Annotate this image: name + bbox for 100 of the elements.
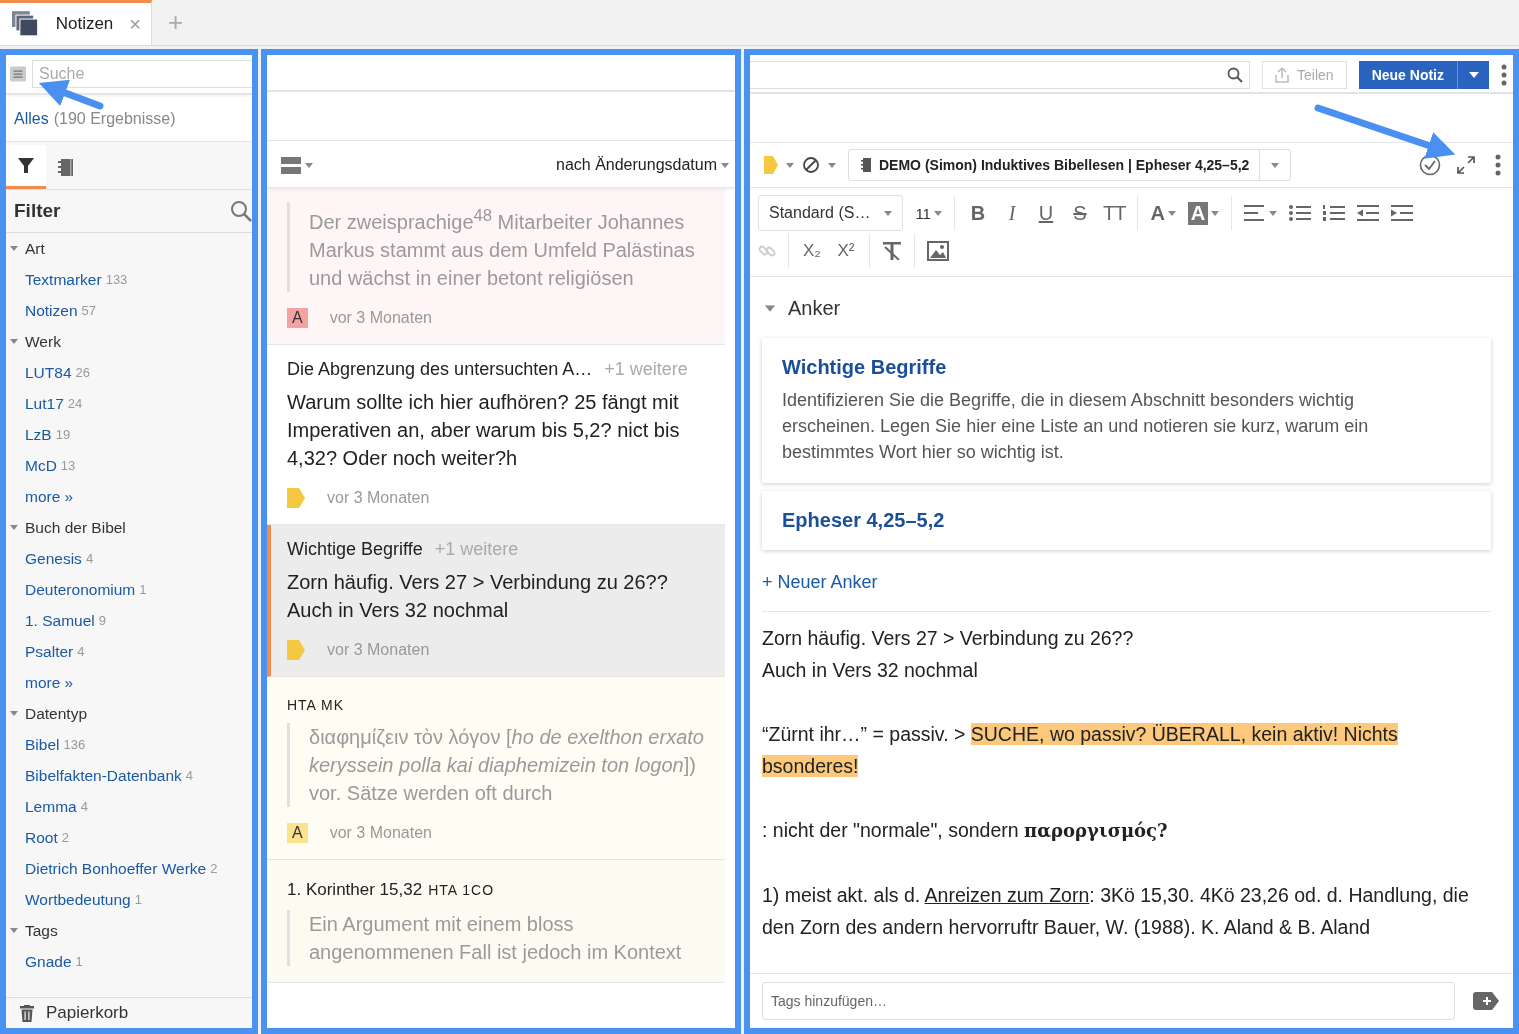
- group-label[interactable]: Datentyp: [25, 704, 88, 723]
- group-label[interactable]: Art: [25, 239, 45, 258]
- note-title: Wichtige Begriffe: [287, 538, 423, 560]
- search-field[interactable]: Suche: [32, 60, 252, 88]
- filter-link[interactable]: McD: [25, 456, 57, 475]
- filter-link[interactable]: Lemma: [25, 797, 77, 816]
- filter-link[interactable]: Wortbedeutung: [25, 890, 131, 909]
- anchor-title: Wichtige Begriffe: [782, 356, 948, 379]
- filter-link[interactable]: LUT84: [25, 363, 72, 382]
- notebook-selector[interactable]: DEMO (Simon) Induktives Bibellesen | Epheser 4,25–5,2: [848, 149, 1292, 181]
- new-note-button[interactable]: Neue Notiz: [1358, 61, 1457, 89]
- scope-link[interactable]: Alles: [14, 110, 49, 128]
- filter-link[interactable]: Deuteronomium: [25, 580, 136, 599]
- filter-link[interactable]: Root: [25, 828, 58, 847]
- format-button[interactable]: TT: [1102, 201, 1126, 225]
- filter-link[interactable]: Genesis: [25, 549, 82, 568]
- new-anchor-link[interactable]: + Neuer Anker: [762, 572, 1491, 593]
- caret-icon[interactable]: [10, 246, 18, 251]
- filter-count: 9: [98, 613, 107, 628]
- note-card[interactable]: HTA MK διαφημίζειν τὸν λόγον [ho de exelthon erxato keryssein polla kai diaphemizein ton logon]) vor. Sätze werden oft durch A vor 3 Monaten: [267, 676, 725, 860]
- tag-color-icon[interactable]: [764, 156, 778, 174]
- caret-icon[interactable]: [764, 305, 776, 312]
- caret-icon: [1468, 72, 1479, 78]
- note-card[interactable]: Die Abgrenzung des untersuchten A… +1 weitere Warum sollte ich hier aufhören? 25 fängt mit Imperativen an, aber warum bis 5,2? nict bis 4,32? Oder noch weiter?h vor 3 Monaten: [267, 344, 725, 525]
- tab[interactable]: Notizen ×: [0, 0, 152, 45]
- anchor-card[interactable]: Epheser 4,25–5,2: [762, 491, 1491, 550]
- more-icon[interactable]: [1501, 64, 1507, 86]
- search-field[interactable]: [750, 61, 1251, 89]
- view-icon[interactable]: [281, 156, 301, 174]
- filter-tab[interactable]: [6, 145, 46, 189]
- caret-icon[interactable]: [828, 162, 836, 168]
- more-count: +1 weitere: [434, 538, 519, 560]
- filter-count: 2: [61, 830, 69, 845]
- caret-icon[interactable]: [786, 162, 794, 168]
- note-card[interactable]: Wichtige Begriffe +1 weitere Zorn häufig. Vers 27 > Verbindung zu 26?? Auch in Vers 32 nochmal vor 3 Monaten: [267, 524, 725, 677]
- format-button[interactable]: S: [1068, 201, 1091, 225]
- quote-text: Ein Argument mit einem bloss angenommenen Fall ist jedoch im Kontext: [287, 909, 707, 966]
- section-title[interactable]: Anker: [788, 297, 841, 320]
- filter-link[interactable]: LzB: [25, 425, 52, 444]
- text-color-button[interactable]: A: [1150, 201, 1176, 225]
- image-icon[interactable]: [927, 241, 949, 261]
- format-button[interactable]: B: [966, 201, 989, 225]
- check-circle-icon[interactable]: [1419, 154, 1441, 176]
- clear-format-icon[interactable]: [882, 242, 902, 260]
- filter-link[interactable]: Dietrich Bonhoeffer Werke: [25, 859, 207, 878]
- caret-icon[interactable]: [10, 525, 18, 530]
- app-icon: [12, 11, 40, 37]
- filter-link[interactable]: Gnade: [25, 952, 72, 971]
- bulleted-list-icon[interactable]: [1289, 205, 1312, 221]
- note-card[interactable]: 1. Korinther 15,32 HTA 1CO Ein Argument mit einem bloss angenommenen Fall ist jedoch im Kontext: [267, 859, 725, 983]
- caret-icon[interactable]: [10, 339, 18, 344]
- note-tag-icon: [287, 487, 305, 508]
- caret-icon[interactable]: [933, 210, 942, 216]
- indent-icon[interactable]: [1391, 205, 1414, 221]
- source-code: HTA 1CO: [428, 881, 495, 898]
- filter-link[interactable]: Bibelfakten-Datenbank: [25, 766, 182, 785]
- filter-link[interactable]: Psalter: [25, 642, 74, 661]
- outdent-icon[interactable]: [1357, 205, 1380, 221]
- sort-dropdown[interactable]: nach Änderungsdatum: [556, 156, 729, 174]
- group-label[interactable]: Werk: [25, 332, 61, 351]
- reference-title: HTA MK: [287, 696, 345, 713]
- no-entry-icon[interactable]: [802, 156, 820, 174]
- font-size-dropdown[interactable]: 11: [915, 204, 942, 222]
- add-tag-icon[interactable]: [1473, 992, 1499, 1010]
- caret-icon[interactable]: [305, 162, 313, 168]
- filter-count: 133: [105, 272, 128, 287]
- caret-icon[interactable]: [10, 928, 18, 933]
- expand-icon[interactable]: [1457, 156, 1475, 174]
- filter-link[interactable]: more »: [25, 487, 74, 506]
- group-label[interactable]: Tags: [25, 921, 58, 940]
- dropdown-button[interactable]: [1457, 61, 1489, 89]
- annotation-arrow: [38, 79, 104, 110]
- caret-icon[interactable]: [1271, 162, 1280, 168]
- filter-link[interactable]: Textmarker: [25, 270, 102, 289]
- filter-link[interactable]: Bibel: [25, 735, 60, 754]
- format-button[interactable]: X₂: [801, 241, 823, 261]
- filter-link[interactable]: 1. Samuel: [25, 611, 95, 630]
- tags-field[interactable]: Tags hinzufügen…: [762, 982, 1455, 1020]
- note-card[interactable]: Der zweisprachige$^{48}$ Mitarbeiter Johannes Markus stammt aus dem Umfeld Palästinas und wächst in einer betont religiösen A vor 3 Monaten: [267, 188, 725, 345]
- caret-icon[interactable]: [1269, 210, 1278, 216]
- filter-link[interactable]: Notizen: [25, 301, 78, 320]
- format-button[interactable]: U: [1034, 201, 1057, 225]
- filter-link[interactable]: Lut17: [25, 394, 64, 413]
- filter-count: 57: [81, 303, 97, 318]
- caret-icon[interactable]: [1211, 210, 1220, 216]
- group-label[interactable]: Buch der Bibel: [25, 518, 126, 537]
- caret-icon[interactable]: [10, 711, 18, 716]
- numbered-list-icon[interactable]: [1323, 205, 1346, 221]
- format-button[interactable]: X²: [835, 241, 857, 261]
- more-icon[interactable]: [1495, 154, 1501, 176]
- filter-link[interactable]: more »: [25, 673, 74, 692]
- share-icon: [1275, 67, 1290, 83]
- caret-icon[interactable]: [721, 162, 729, 168]
- filter-count: 136: [63, 737, 86, 752]
- caret-icon[interactable]: [884, 210, 893, 216]
- caret-icon[interactable]: [1167, 210, 1176, 216]
- format-button[interactable]: I: [1000, 201, 1023, 225]
- search-icon[interactable]: [230, 200, 252, 222]
- style-dropdown[interactable]: Standard (S…: [758, 195, 904, 231]
- align-icon[interactable]: [1244, 205, 1267, 221]
